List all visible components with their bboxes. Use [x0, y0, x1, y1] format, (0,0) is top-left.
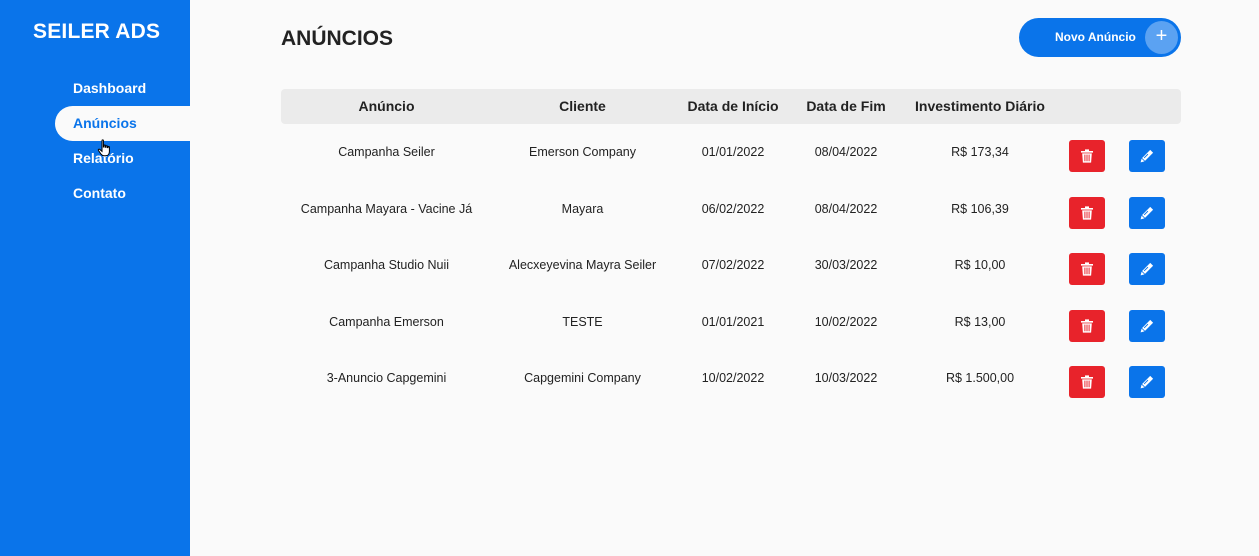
sidebar-nav: Dashboard Anúncios Relatório Contato [55, 71, 190, 211]
pencil-icon [1140, 149, 1154, 163]
brand-logo[interactable]: SEILER ADS [33, 20, 160, 44]
edit-button[interactable] [1129, 253, 1165, 285]
edit-button[interactable] [1129, 366, 1165, 398]
delete-button[interactable] [1069, 309, 1105, 342]
cell-anuncio: Campanha Studio Nuii [323, 258, 450, 273]
delete-button[interactable] [1069, 253, 1105, 285]
cell-data-fim: 08/04/2022 [814, 145, 878, 160]
cell-investimento: R$ 10,00 [954, 258, 1006, 273]
cell-investimento: R$ 1.500,00 [945, 371, 1015, 386]
cell-data-inicio: 01/01/2022 [701, 145, 765, 160]
sidebar: SEILER ADS Dashboard Anúncios Relatório … [0, 0, 190, 556]
cell-anuncio: Campanha Mayara - Vacine Já [300, 201, 473, 216]
page-title: ANÚNCIOS [281, 27, 394, 50]
new-ad-button[interactable]: Novo Anúncio + [1019, 18, 1181, 57]
table-header: Anúncio Cliente Data de Início Data de F… [281, 89, 1181, 124]
sidebar-item-contato[interactable]: Contato [55, 176, 190, 211]
sidebar-item-dashboard[interactable]: Dashboard [55, 71, 190, 106]
trash-icon [1081, 205, 1093, 220]
cell-data-inicio: 01/01/2021 [701, 314, 765, 329]
cell-cliente: Capgemini Company [524, 371, 641, 386]
hand-cursor-icon [97, 139, 110, 157]
pencil-icon [1140, 206, 1154, 219]
cell-investimento: R$ 106,39 [951, 201, 1009, 216]
cell-cliente: Emerson Company [529, 145, 636, 160]
column-header-anuncio: Anúncio [358, 98, 415, 114]
table-body: Campanha Seiler Emerson Company 01/01/20… [281, 124, 1181, 407]
cell-data-fim: 30/03/2022 [814, 258, 878, 273]
cell-data-fim: 08/04/2022 [814, 201, 878, 216]
edit-button[interactable] [1129, 309, 1165, 342]
pencil-icon [1140, 319, 1154, 332]
table-row: Campanha Mayara - Vacine Já Mayara 06/02… [281, 181, 1181, 238]
cell-investimento: R$ 13,00 [954, 314, 1006, 329]
delete-button[interactable] [1069, 196, 1105, 229]
pencil-icon [1140, 262, 1154, 276]
cell-data-inicio: 07/02/2022 [701, 258, 765, 273]
ads-table: Anúncio Cliente Data de Início Data de F… [281, 89, 1181, 407]
table-row: Campanha Emerson TESTE 01/01/2021 10/02/… [281, 294, 1181, 351]
trash-icon [1081, 149, 1093, 163]
trash-icon [1081, 262, 1093, 276]
cell-anuncio: Campanha Emerson [329, 314, 444, 329]
cell-data-fim: 10/03/2022 [814, 371, 878, 386]
cell-cliente: TESTE [562, 314, 603, 329]
new-ad-button-label: Novo Anúncio [1055, 30, 1136, 44]
edit-button[interactable] [1129, 196, 1165, 229]
table-row: Campanha Studio Nuii Alecxeyevina Mayra … [281, 237, 1181, 294]
cell-data-fim: 10/02/2022 [814, 314, 878, 329]
column-header-cliente: Cliente [559, 98, 606, 114]
table-row: Campanha Seiler Emerson Company 01/01/20… [281, 124, 1181, 181]
cell-data-inicio: 06/02/2022 [701, 201, 765, 216]
delete-button[interactable] [1069, 140, 1105, 172]
cell-cliente: Alecxeyevina Mayra Seiler [508, 258, 657, 273]
cell-data-inicio: 10/02/2022 [701, 371, 765, 386]
sidebar-item-anuncios[interactable]: Anúncios [55, 106, 190, 141]
trash-icon [1081, 318, 1093, 333]
sidebar-item-relatorio[interactable]: Relatório [55, 141, 190, 176]
column-header-data-inicio: Data de Início [687, 98, 779, 114]
table-row: 3-Anuncio Capgemini Capgemini Company 10… [281, 350, 1181, 407]
column-header-data-fim: Data de Fim [806, 98, 886, 114]
cell-anuncio: 3-Anuncio Capgemini [326, 371, 447, 386]
trash-icon [1081, 375, 1093, 389]
cell-anuncio: Campanha Seiler [338, 145, 435, 160]
delete-button[interactable] [1069, 366, 1105, 398]
edit-button[interactable] [1129, 140, 1165, 172]
plus-icon: + [1145, 21, 1178, 54]
cell-investimento: R$ 173,34 [951, 145, 1009, 160]
column-header-investimento: Investimento Diário [915, 98, 1045, 114]
pencil-icon [1140, 375, 1154, 389]
cell-cliente: Mayara [561, 201, 604, 216]
